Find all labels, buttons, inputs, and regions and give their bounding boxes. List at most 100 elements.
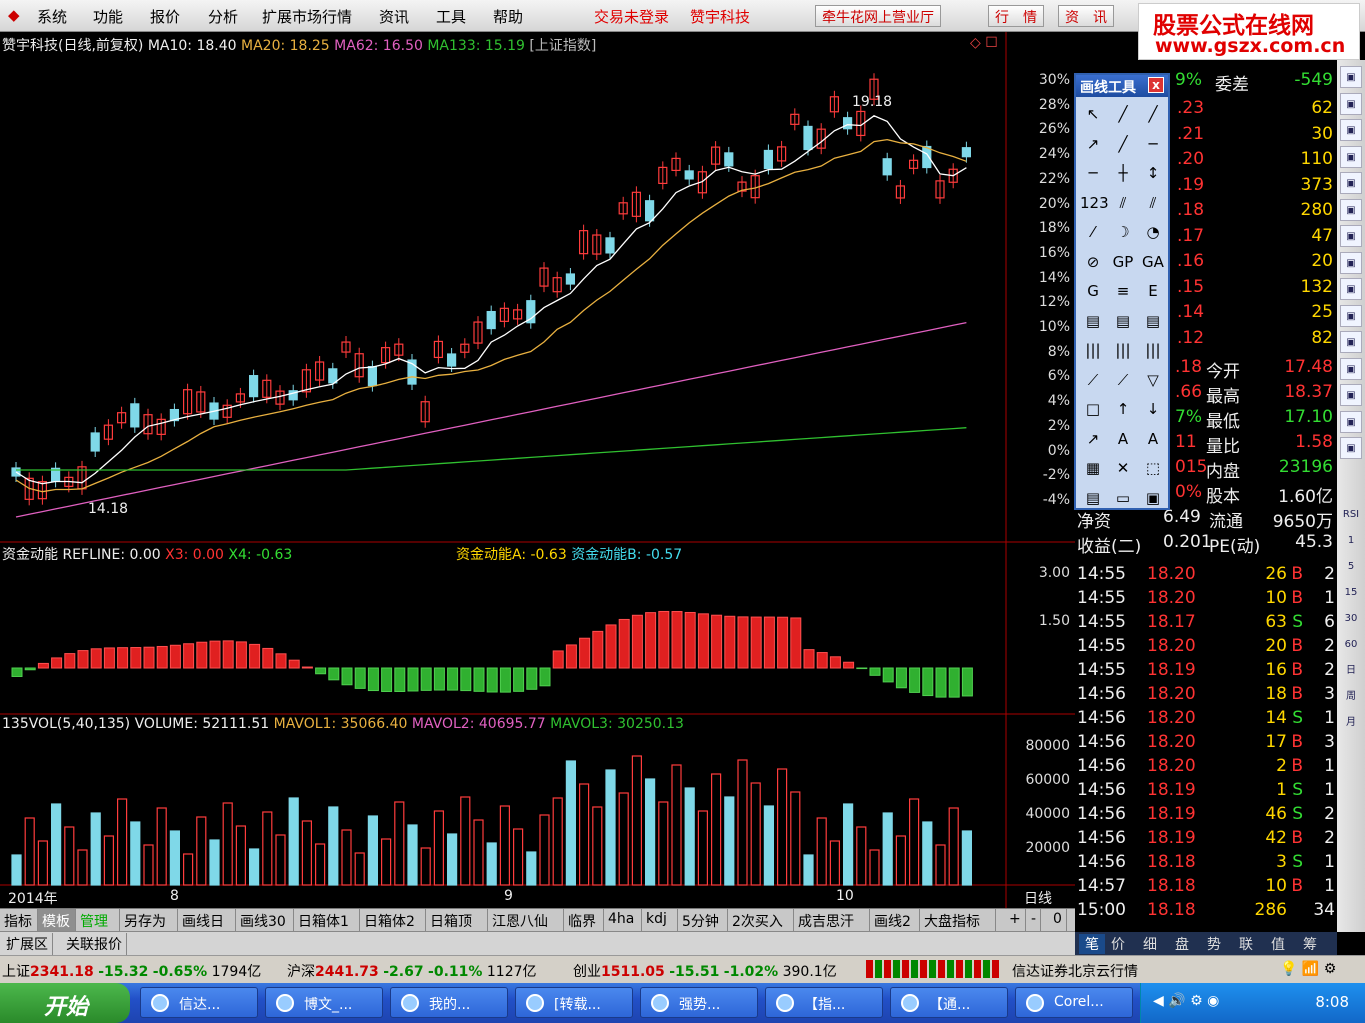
- broker-button[interactable]: 牵牛花网上营业厅: [815, 5, 941, 27]
- period-label[interactable]: 日线: [1024, 888, 1052, 908]
- login-status[interactable]: 交易未登录: [594, 6, 669, 27]
- taskbar-item[interactable]: 博文_...: [265, 987, 383, 1018]
- formula-tab[interactable]: 指标: [0, 909, 38, 931]
- draw-tool-icon[interactable]: ⟋: [1110, 367, 1136, 393]
- draw-tool-icon[interactable]: ▤: [1080, 485, 1106, 511]
- index-label[interactable]: [上证指数]: [529, 38, 596, 54]
- formula-tab[interactable]: 5分钟: [678, 909, 728, 931]
- draw-tool-icon[interactable]: 123: [1080, 190, 1109, 216]
- formula-tab[interactable]: kdj: [642, 909, 678, 931]
- draw-tool-icon[interactable]: ┼: [1110, 160, 1136, 186]
- draw-tool-icon[interactable]: ▽: [1140, 367, 1166, 393]
- formula-tab[interactable]: 另存为: [120, 909, 178, 931]
- draw-tool-icon[interactable]: ╱: [1140, 101, 1166, 127]
- draw-tool-icon[interactable]: ↗: [1080, 131, 1106, 157]
- toolbar-icon[interactable]: ▣: [1340, 384, 1362, 406]
- draw-tool-icon[interactable]: ╱: [1110, 131, 1136, 157]
- taskbar-item[interactable]: 【指...: [765, 987, 883, 1018]
- draw-tool-icon[interactable]: ↗: [1080, 426, 1106, 452]
- draw-tool-icon[interactable]: ≡: [1110, 278, 1136, 304]
- formula-tab[interactable]: 日箱顶: [426, 909, 488, 931]
- toolbar-icon[interactable]: ▣: [1340, 119, 1362, 141]
- draw-tool-icon[interactable]: ☽: [1110, 219, 1136, 245]
- taskbar-item[interactable]: 我的...: [390, 987, 508, 1018]
- right-tab[interactable]: 盘: [1175, 934, 1189, 954]
- period-button[interactable]: 周: [1340, 686, 1362, 708]
- draw-tool-icon[interactable]: ⫽: [1140, 190, 1166, 216]
- draw-tool-icon[interactable]: ↖: [1080, 101, 1106, 127]
- draw-tool-icon[interactable]: ▤: [1080, 308, 1106, 334]
- vertical-toolbar[interactable]: ▣ ▣ ▣ ▣ ▣ ▣ ▣ ▣ ▣ ▣ ▣ ▣ ▣ ▣ ▣ RSI 1 5 15 30 60 日周月: [1337, 60, 1365, 932]
- formula-tab[interactable]: 画线日: [178, 909, 236, 931]
- tab-control[interactable]: +: [1005, 909, 1026, 931]
- right-tab[interactable]: 值: [1271, 934, 1285, 954]
- toolbar-icon[interactable]: ▣: [1340, 331, 1362, 353]
- draw-tool-icon[interactable]: ▦: [1080, 455, 1106, 481]
- formula-tab[interactable]: 成吉思汗: [794, 909, 870, 931]
- draw-tool-icon[interactable]: GA: [1140, 249, 1166, 275]
- draw-tool-icon[interactable]: GP: [1110, 249, 1136, 275]
- toolbar-icon[interactable]: ▣: [1340, 278, 1362, 300]
- draw-tool-icon[interactable]: ⫽: [1110, 190, 1136, 216]
- chart-area[interactable]: 赞宇科技(日线,前复权) MA10: 18.40 MA20: 18.25 MA6…: [0, 32, 1075, 932]
- toolbar-icon[interactable]: ▣: [1340, 437, 1362, 459]
- right-tab[interactable]: 势: [1207, 934, 1221, 954]
- menu-ext-market[interactable]: 扩展市场行情: [262, 6, 352, 27]
- formula-tab[interactable]: 临界: [564, 909, 604, 931]
- right-tab[interactable]: 细: [1143, 934, 1157, 954]
- close-icon[interactable]: x: [1148, 77, 1164, 93]
- menu-function[interactable]: 功能: [93, 6, 123, 27]
- menu-analysis[interactable]: 分析: [208, 6, 238, 27]
- tab-control[interactable]: -: [1027, 909, 1042, 931]
- taskbar-item[interactable]: 强势...: [640, 987, 758, 1018]
- period-button[interactable]: 15: [1340, 582, 1362, 604]
- chart-corner-icons[interactable]: ◇ ☐: [970, 35, 998, 51]
- menu-info[interactable]: 资讯: [379, 6, 409, 27]
- right-tab[interactable]: 筹: [1303, 934, 1317, 954]
- toolbar-icon[interactable]: ▣: [1340, 357, 1362, 380]
- menu-tools[interactable]: 工具: [436, 6, 466, 27]
- draw-tool-icon[interactable]: ↕: [1140, 160, 1166, 186]
- toolbar-icon[interactable]: ▣: [1340, 304, 1362, 327]
- status-icons[interactable]: 💡 📶 ⚙: [1280, 961, 1336, 977]
- formula-tab[interactable]: 画线2: [870, 909, 920, 931]
- formula-tab[interactable]: 日箱体1: [294, 909, 360, 931]
- right-tab[interactable]: 笔: [1079, 934, 1105, 954]
- draw-tool-icon[interactable]: ◔: [1140, 219, 1166, 245]
- draw-tool-icon[interactable]: |||: [1110, 337, 1136, 363]
- draw-tool-icon[interactable]: ▤: [1140, 308, 1166, 334]
- toolbar-icon[interactable]: ▣: [1340, 92, 1362, 115]
- formula-tab[interactable]: 江恩八仙: [488, 909, 564, 931]
- toolbar-icon[interactable]: ▣: [1340, 410, 1362, 433]
- draw-tool-icon[interactable]: ⟋: [1080, 367, 1106, 393]
- tab-control[interactable]: 0: [1049, 909, 1067, 931]
- start-button[interactable]: 开始: [0, 983, 130, 1023]
- draw-tool-icon[interactable]: |||: [1080, 337, 1106, 363]
- taskbar-item[interactable]: [转载...: [515, 987, 633, 1018]
- draw-tool-icon[interactable]: ⁄: [1080, 219, 1106, 245]
- draw-tool-icon[interactable]: ↑: [1110, 396, 1136, 422]
- period-button[interactable]: 月: [1340, 712, 1362, 734]
- toolbar-icon[interactable]: ▣: [1340, 145, 1362, 168]
- period-button[interactable]: RSI: [1340, 504, 1362, 526]
- draw-tool-icon[interactable]: A: [1140, 426, 1166, 452]
- formula-tab[interactable]: 画线30: [236, 909, 294, 931]
- period-button[interactable]: 30: [1340, 608, 1362, 630]
- formula-tab[interactable]: 模板: [38, 909, 76, 931]
- taskbar-item[interactable]: Corel...: [1015, 987, 1133, 1018]
- taskbar-item[interactable]: 信达...: [140, 987, 258, 1018]
- extension-tab[interactable]: 扩展区: [2, 933, 53, 955]
- server-label[interactable]: 信达证券北京云行情: [1012, 961, 1138, 981]
- menu-help[interactable]: 帮助: [493, 6, 523, 27]
- formula-tab[interactable]: 2次买入: [728, 909, 794, 931]
- toolbar-icon[interactable]: ▣: [1340, 172, 1362, 194]
- draw-tool-icon[interactable]: ⬚: [1140, 455, 1166, 481]
- period-button[interactable]: 60: [1340, 634, 1362, 656]
- menu-quote[interactable]: 报价: [150, 6, 180, 27]
- formula-tab[interactable]: 日箱体2: [360, 909, 426, 931]
- draw-tool-icon[interactable]: ─: [1140, 131, 1166, 157]
- formula-tab[interactable]: 4ha: [604, 909, 642, 931]
- draw-tool-icon[interactable]: G: [1080, 278, 1106, 304]
- kline-chart-svg[interactable]: [0, 32, 1075, 908]
- draw-tool-icon[interactable]: ⊘: [1080, 249, 1106, 275]
